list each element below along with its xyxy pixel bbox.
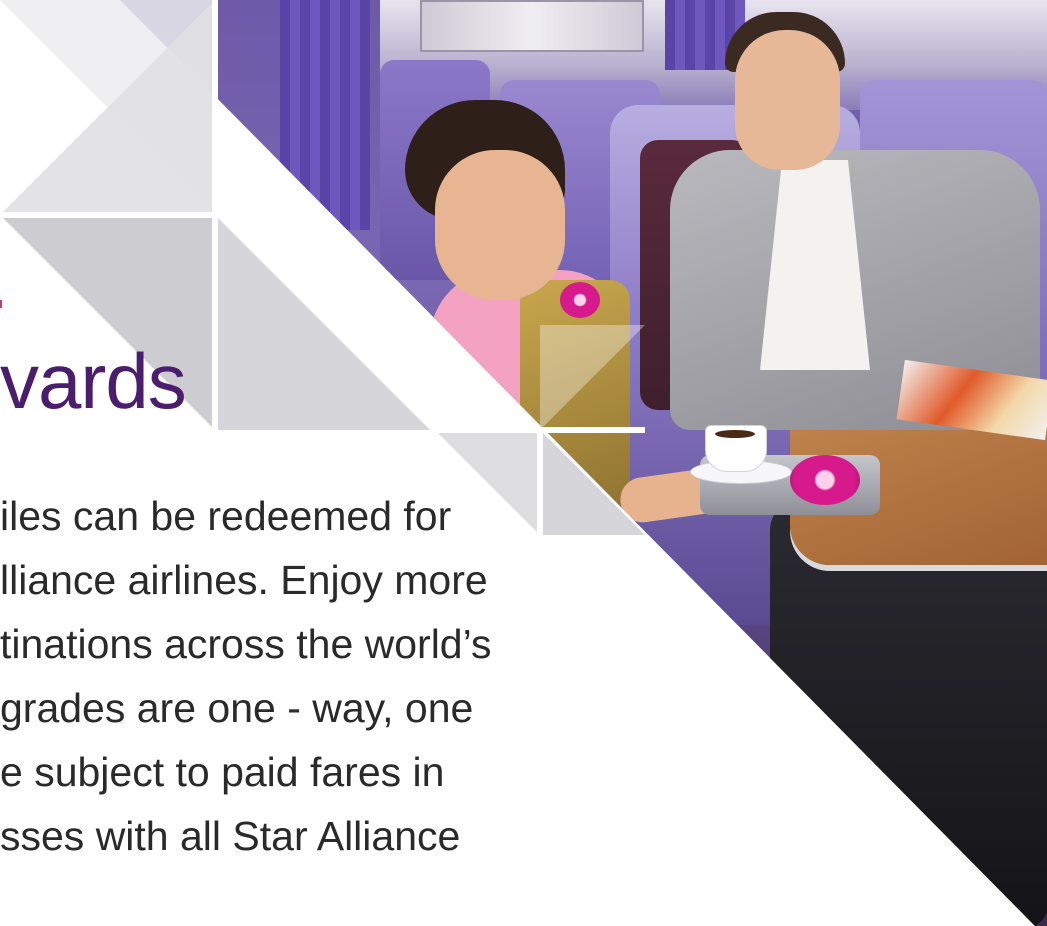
- heading-accent-mark: [0, 300, 2, 308]
- body-line-4: grades are one - way, one: [0, 685, 474, 731]
- brochure-page: vards iles can be redeemed for lliance a…: [0, 0, 1047, 926]
- orchid-corsage-icon: [560, 282, 600, 318]
- page-heading: vards: [0, 337, 187, 425]
- white-corner: [0, 0, 120, 120]
- orchid-flowers-icon: [790, 455, 860, 505]
- cabin-wall-art: [420, 0, 644, 52]
- attendant-face: [435, 150, 565, 300]
- body-line-3: tinations across the world’s: [0, 621, 492, 667]
- cabin-curtain-left: [280, 0, 370, 230]
- coffee: [715, 430, 755, 438]
- body-line-1: iles can be redeemed for: [0, 493, 452, 539]
- body-line-2: lliance airlines. Enjoy more: [0, 557, 488, 603]
- body-paragraph: iles can be redeemed for lliance airline…: [0, 484, 560, 868]
- passenger-face: [735, 30, 840, 170]
- body-line-6: sses with all Star Alliance: [0, 813, 461, 859]
- body-line-5: e subject to paid fares in: [0, 749, 445, 795]
